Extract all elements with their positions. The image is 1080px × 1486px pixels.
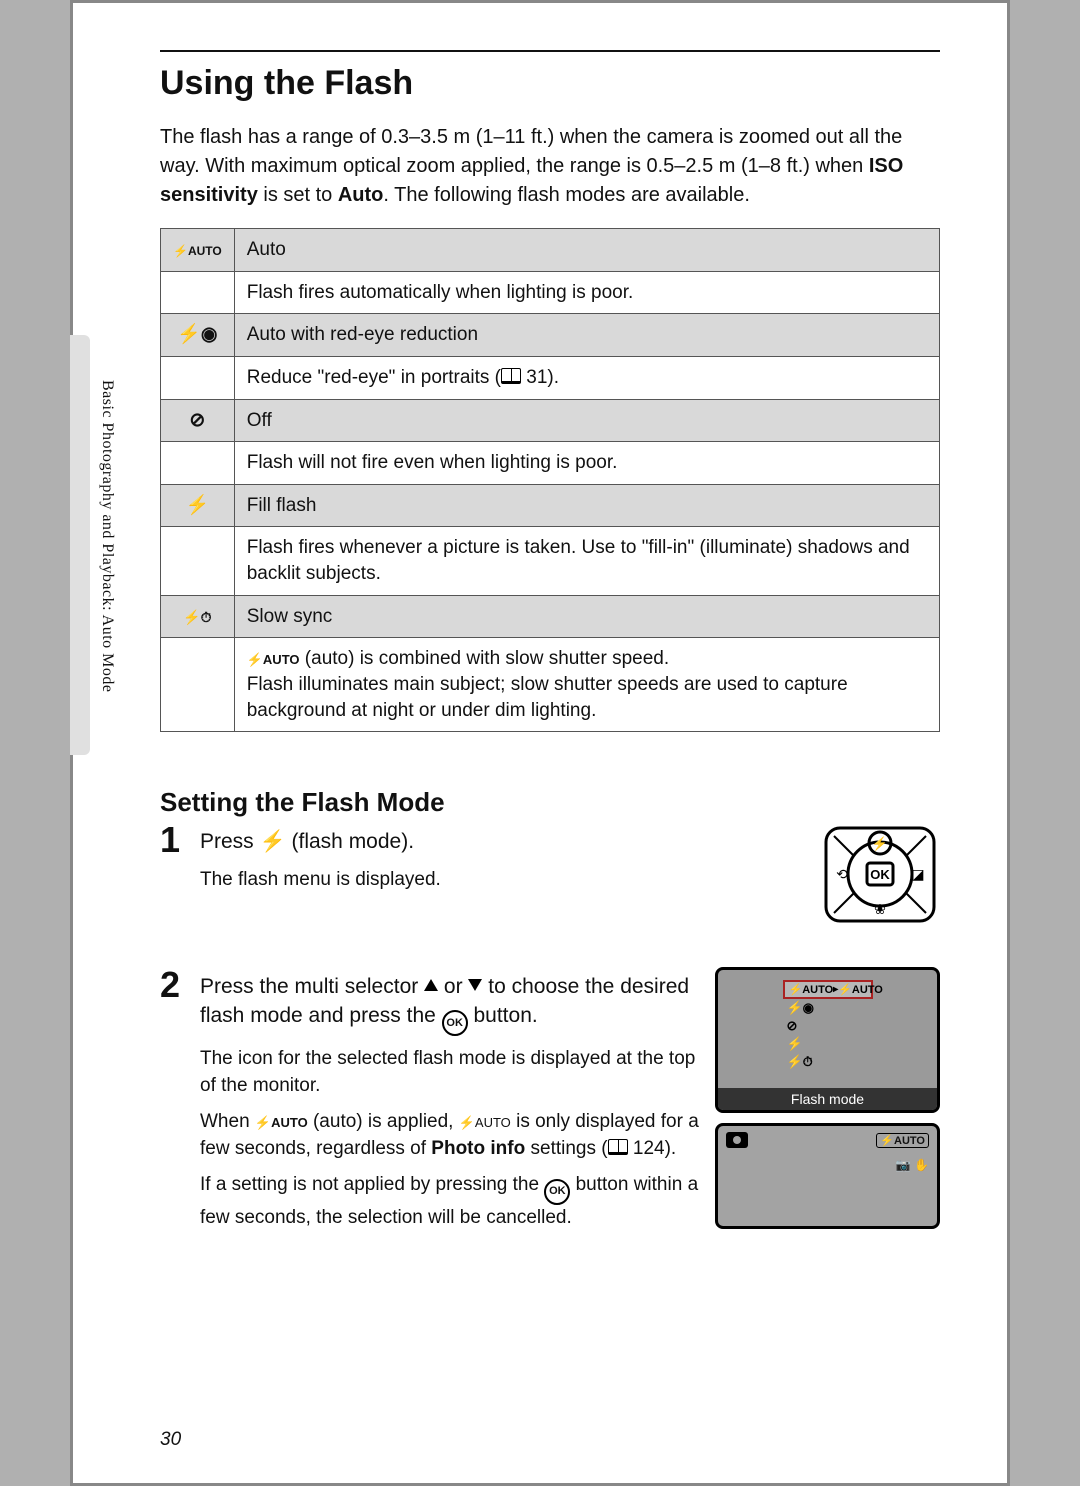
step-text: When ⚡AUTO (auto) is applied, ⚡AUTO is o…	[200, 1109, 703, 1162]
down-arrow-icon	[468, 979, 482, 991]
mode-desc: Flash fires whenever a picture is taken.…	[234, 527, 939, 595]
menu-item: ⚡⏱	[783, 1053, 873, 1071]
mode-desc: ⚡AUTO (auto) is combined with slow shutt…	[234, 638, 939, 732]
svg-text:OK: OK	[870, 867, 890, 882]
mode-desc: Flash will not fire even when lighting i…	[234, 442, 939, 485]
step-title: Press the multi selector or to choose th…	[200, 973, 703, 1036]
lcd-preview-screen: ⚡AUTO 📷 ✋	[715, 1123, 940, 1229]
intro-text: The flash has a range of 0.3–3.5 m (1–11…	[160, 126, 902, 177]
svg-text:❀: ❀	[874, 901, 886, 917]
lcd-caption: Flash mode	[718, 1088, 937, 1110]
flash-modes-table: ⚡AUTOAuto Flash fires automatically when…	[160, 228, 940, 732]
mode-desc: Flash fires automatically when lighting …	[234, 271, 939, 314]
step-text: If a setting is not applied by pressing …	[200, 1172, 703, 1231]
lcd-menu-screen: ⚡AUTO ▸ ⚡AUTO ⚡◉ ⊘ ⚡ ⚡⏱ Flash mode	[715, 967, 940, 1113]
page-number: 30	[160, 1429, 181, 1451]
subheading: Setting the Flash Mode	[160, 787, 940, 818]
step-text: The icon for the selected flash mode is …	[200, 1046, 703, 1099]
lcd-illustrations: ⚡AUTO ▸ ⚡AUTO ⚡◉ ⊘ ⚡ ⚡⏱ Flash mode	[715, 967, 940, 1241]
mode-icon: ⊘	[161, 399, 235, 442]
mode-name: Auto	[234, 229, 939, 272]
step-number: 1	[160, 822, 200, 927]
flash-auto-icon: ⚡AUTO	[255, 1115, 308, 1130]
intro-text: is set to	[258, 184, 338, 206]
page-title: Using the Flash	[160, 64, 940, 103]
section-label: Basic Photography and Playback: Auto Mod…	[98, 380, 116, 692]
flash-auto-badge: ⚡AUTO	[876, 1133, 929, 1148]
mode-icon: ⚡◉	[161, 314, 235, 357]
step-text: The flash menu is displayed.	[200, 867, 808, 894]
manual-page: Basic Photography and Playback: Auto Mod…	[70, 0, 1010, 1486]
flash-icon: ⚡	[260, 830, 286, 853]
mode-icon: ⚡AUTO	[161, 229, 235, 272]
mode-icon: ⚡	[161, 484, 235, 527]
svg-text:⚡: ⚡	[872, 836, 888, 852]
mode-name: Fill flash	[234, 484, 939, 527]
menu-item: ⚡	[783, 1035, 873, 1053]
ok-button-icon: OK	[442, 1010, 468, 1036]
step-number: 2	[160, 967, 200, 1241]
rule	[160, 50, 940, 52]
mode-name: Off	[234, 399, 939, 442]
multi-selector-illustration: OK ⚡ ⟲ ◪ ❀	[820, 822, 940, 927]
intro-paragraph: The flash has a range of 0.3–3.5 m (1–11…	[160, 123, 940, 210]
motion-icons: 📷 ✋	[896, 1158, 929, 1172]
book-ref-icon	[608, 1139, 628, 1155]
ok-button-icon: OK	[544, 1179, 570, 1205]
mode-name: Auto with red-eye reduction	[234, 314, 939, 357]
flash-auto-icon: ⚡AUTO	[459, 1115, 511, 1130]
camera-icon	[726, 1132, 748, 1148]
side-tab	[70, 335, 90, 755]
intro-text: . The following flash modes are availabl…	[383, 184, 750, 206]
menu-item-selected: ⚡AUTO ▸ ⚡AUTO	[783, 980, 873, 999]
up-arrow-icon	[424, 979, 438, 991]
step-1: 1 Press ⚡ (flash mode). The flash menu i…	[160, 822, 940, 927]
svg-text:⟲: ⟲	[836, 866, 848, 882]
menu-item: ⚡◉	[783, 999, 873, 1017]
menu-item: ⊘	[783, 1017, 873, 1035]
mode-desc: Reduce "red-eye" in portraits ( 31).	[234, 356, 939, 399]
mode-name: Slow sync	[234, 595, 939, 638]
intro-auto: Auto	[338, 184, 384, 206]
svg-text:◪: ◪	[911, 866, 924, 882]
book-ref-icon	[501, 368, 521, 384]
mode-icon: ⚡⏱	[161, 595, 235, 638]
step-2: 2 Press the multi selector or to choose …	[160, 967, 940, 1241]
step-title: Press ⚡ (flash mode).	[200, 828, 808, 856]
